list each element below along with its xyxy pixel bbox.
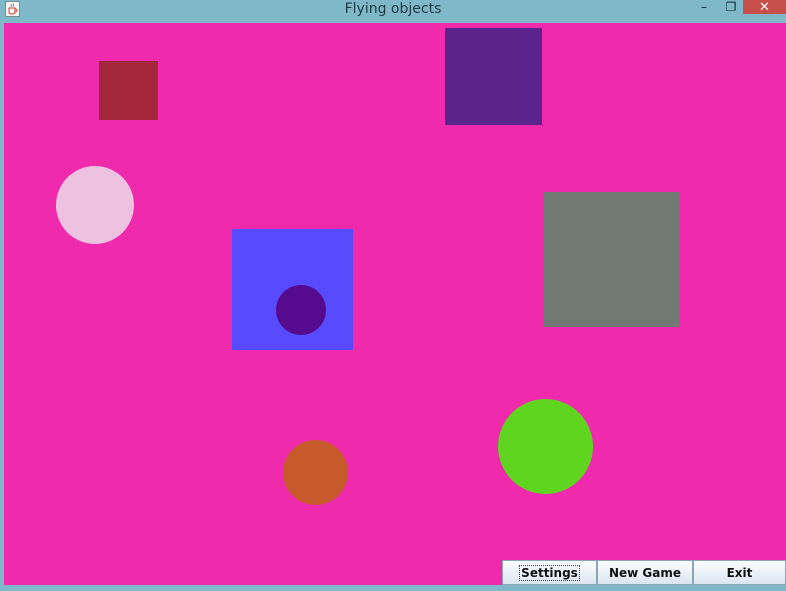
orange-circle (283, 440, 348, 505)
indigo-circle (276, 285, 326, 335)
window-title: Flying objects (344, 1, 442, 17)
pink-circle (56, 166, 134, 244)
window-border (0, 585, 786, 591)
game-canvas[interactable] (4, 23, 786, 585)
title-bar: Flying objects – ❐ ✕ (0, 0, 786, 22)
gray-square (544, 192, 679, 327)
exit-button[interactable]: Exit (693, 560, 786, 585)
maximize-icon[interactable]: ❐ (720, 0, 742, 14)
red-square (99, 61, 158, 120)
green-circle (498, 399, 593, 494)
settings-button-label: Settings (519, 564, 580, 581)
new-game-button[interactable]: New Game (597, 560, 693, 585)
minimize-icon[interactable]: – (693, 0, 715, 14)
settings-button[interactable]: Settings (502, 560, 597, 585)
close-icon[interactable]: ✕ (743, 0, 786, 15)
purple-square (445, 28, 542, 125)
